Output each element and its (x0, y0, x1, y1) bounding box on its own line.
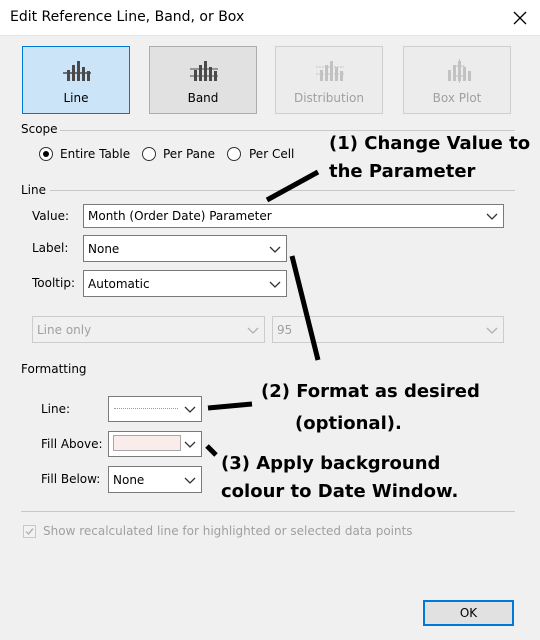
line-mode-dropdown-text: Line only (37, 323, 92, 337)
tile-box-plot[interactable]: Box Plot (403, 46, 511, 114)
tile-band[interactable]: Band (149, 46, 257, 114)
line-format-label: Line: (41, 402, 71, 416)
tile-label: Box Plot (432, 91, 482, 105)
chevron-down-icon (269, 246, 281, 253)
confidence-dropdown-text: 95 (277, 323, 293, 337)
radio-per-pane[interactable] (142, 147, 156, 161)
fill-below-label: Fill Below: (41, 472, 101, 486)
value-field-label: Value: (32, 209, 69, 223)
recalc-checkbox-label: Show recalculated line for highlighted o… (43, 524, 413, 538)
tile-label: Distribution (293, 91, 364, 105)
scope-heading: Scope (21, 122, 58, 136)
dialog-title: Edit Reference Line, Band, or Box (10, 9, 245, 25)
formatting-heading: Formatting (21, 362, 87, 376)
tooltip-dropdown[interactable]: Automatic (83, 270, 287, 297)
fill-above-label: Fill Above: (41, 437, 103, 451)
annotation-3-line-2: colour to Date Window. (221, 481, 459, 502)
value-dropdown-text: Month (Order Date) Parameter (88, 209, 272, 223)
fill-above-dropdown[interactable] (108, 431, 202, 457)
tile-line[interactable]: Line (22, 46, 130, 114)
recalc-checkbox[interactable] (23, 525, 36, 538)
fill-color-swatch (113, 435, 181, 451)
annotation-line-3 (207, 401, 253, 411)
line-chart-icon (63, 61, 91, 81)
checkmark-icon (25, 528, 34, 536)
radio-entire-table[interactable] (39, 147, 53, 161)
label-dropdown-text: None (88, 242, 120, 256)
annotation-line-4 (205, 444, 218, 457)
fill-below-dropdown-text: None (113, 473, 145, 487)
radio-label: Per Pane (163, 147, 215, 161)
tooltip-field-label: Tooltip: (32, 276, 76, 290)
distribution-chart-icon (316, 61, 344, 81)
ok-button[interactable]: OK (423, 600, 514, 626)
line-format-dropdown[interactable] (108, 396, 202, 422)
value-dropdown[interactable]: Month (Order Date) Parameter (83, 204, 504, 228)
tile-label: Band (187, 91, 219, 105)
tooltip-dropdown-text: Automatic (88, 277, 150, 291)
annotation-3-line-1: (3) Apply background (221, 453, 441, 474)
label-field-label: Label: (32, 241, 69, 255)
radio-label: Entire Table (60, 147, 131, 161)
chevron-down-icon (184, 441, 196, 448)
band-chart-icon (190, 61, 218, 81)
chevron-down-icon (184, 477, 196, 484)
chevron-down-icon (269, 281, 281, 288)
box-plot-icon (448, 59, 471, 83)
bottom-divider (21, 511, 515, 512)
title-bar: Edit Reference Line, Band, or Box (0, 0, 540, 36)
fill-below-dropdown[interactable]: None (108, 466, 202, 493)
close-button[interactable] (506, 4, 534, 32)
line-heading: Line (21, 183, 47, 197)
label-dropdown[interactable]: None (83, 235, 287, 262)
annotation-1-line-1: (1) Change Value to (329, 133, 531, 154)
line-mode-dropdown[interactable]: Line only (32, 316, 265, 343)
chevron-down-icon (486, 327, 498, 334)
dotted-line-swatch (114, 408, 178, 409)
annotation-2-line-2: (optional). (295, 413, 402, 434)
radio-label: Per Cell (249, 147, 295, 161)
annotation-line-2 (289, 255, 321, 361)
tile-label: Line (63, 91, 89, 105)
line-divider (50, 190, 515, 191)
annotation-2-line-1: (2) Format as desired (261, 381, 480, 402)
chevron-down-icon (247, 327, 259, 334)
confidence-dropdown[interactable]: 95 (272, 316, 504, 343)
annotation-1-line-2: the Parameter (329, 161, 476, 182)
chevron-down-icon (184, 406, 196, 413)
close-icon (513, 11, 527, 25)
chevron-down-icon (486, 213, 498, 220)
tile-distribution[interactable]: Distribution (275, 46, 383, 114)
annotation-line-1 (265, 169, 320, 203)
radio-per-cell[interactable] (227, 147, 241, 161)
